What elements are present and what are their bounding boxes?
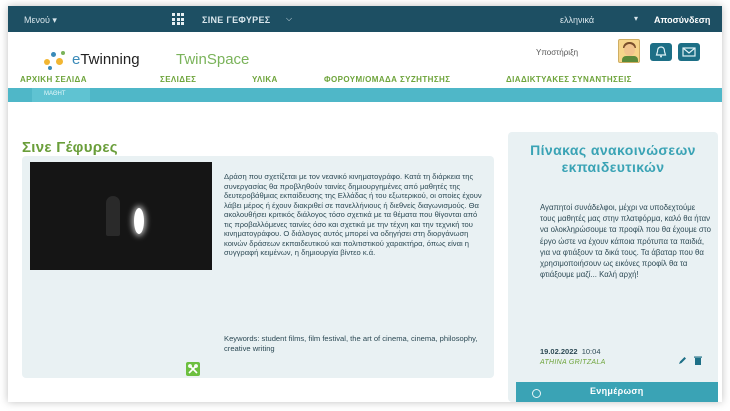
language-selector[interactable]: ελληνικά [560,15,594,25]
announcement-text: Αγαπητοί συνάδελφοι, μέχρι να υποδεχτούμ… [540,203,711,280]
apps-grid-icon[interactable] [172,13,184,25]
twinspace-name[interactable]: ΣΙΝΕ ΓΕΦΥΡΕΣ [202,15,270,25]
top-bar: Μενού ▾ ΣΙΝΕ ΓΕΦΥΡΕΣ ⌵ ελληνικά ▾ Αποσύν… [8,6,722,32]
nav-item-home[interactable]: ΑΡΧΙΚΗ ΣΕΛΙΔΑ [20,75,87,84]
bell-icon [655,46,667,58]
panel-title: Πίνακας ανακοινώσεων εκπαιδευτικών [530,142,696,175]
nav-item-forum[interactable]: ΦΟΡΟΥΜ/ΟΜΑΔΑ ΣΥΖΗΤΗΣΗΣ [324,75,450,84]
project-keywords: Keywords: student films, film festival, … [224,334,478,353]
nav-item-online-meetings[interactable]: ΔΙΑΔΙΚΤΥΑΚΕΣ ΣΥΝΑΝΤΗΣΕΙΣ [506,75,632,84]
project-card: Δράση που σχετίζεται με τον νεανικό κινη… [22,156,494,378]
stars-icon [42,49,68,71]
support-link[interactable]: Υποστήριξη [536,48,578,57]
language-caret-icon[interactable]: ▾ [634,14,638,23]
avatar[interactable] [618,39,640,63]
messages-button[interactable] [678,43,700,61]
notifications-button[interactable] [650,43,672,61]
wrench-icon [188,364,198,374]
tools-button[interactable] [186,362,200,376]
menu-dropdown[interactable]: Μενού ▾ [24,15,57,26]
page-title: Σινε Γέφυρες [22,139,118,156]
logout-link[interactable]: Αποσύνδεση [654,15,710,25]
announcement-date: 19.02.2022 10:04 [540,347,601,356]
radio-icon [532,389,541,398]
update-button-label: Ενημέρωση [590,386,644,396]
nav-item-pages[interactable]: ΣΕΛΙΔΕΣ [160,75,196,84]
logo-text-twinspace: TwinSpace [176,51,250,68]
sub-nav-bar: ΜΑΘΗΤ [8,88,722,102]
window-frame: Μενού ▾ ΣΙΝΕ ΓΕΦΥΡΕΣ ⌵ ελληνικά ▾ Αποσύν… [8,6,722,402]
trash-icon[interactable] [694,356,702,365]
announcement-author[interactable]: ATHINA GRITZALA [540,359,606,366]
teacher-announcements-panel: Πίνακας ανακοινώσεων εκπαιδευτικών Αγαπη… [508,132,718,402]
envelope-icon [682,47,696,57]
main-nav: ΑΡΧΙΚΗ ΣΕΛΙΔΑ ΣΕΛΙΔΕΣ ΥΛΙΚΑ ΦΟΡΟΥΜ/ΟΜΑΔΑ… [8,70,722,90]
sub-nav-label[interactable]: ΜΑΘΗΤ [44,91,66,97]
video-thumbnail[interactable] [30,162,212,270]
update-button[interactable]: Ενημέρωση [516,382,718,402]
chevron-down-icon[interactable]: ⌵ [286,14,292,24]
logo-text-twinning: eTwinning [72,51,140,68]
project-description: Δράση που σχετίζεται με τον νεανικό κινη… [224,172,482,257]
pencil-icon[interactable] [678,356,687,365]
nav-item-materials[interactable]: ΥΛΙΚΑ [252,75,278,84]
